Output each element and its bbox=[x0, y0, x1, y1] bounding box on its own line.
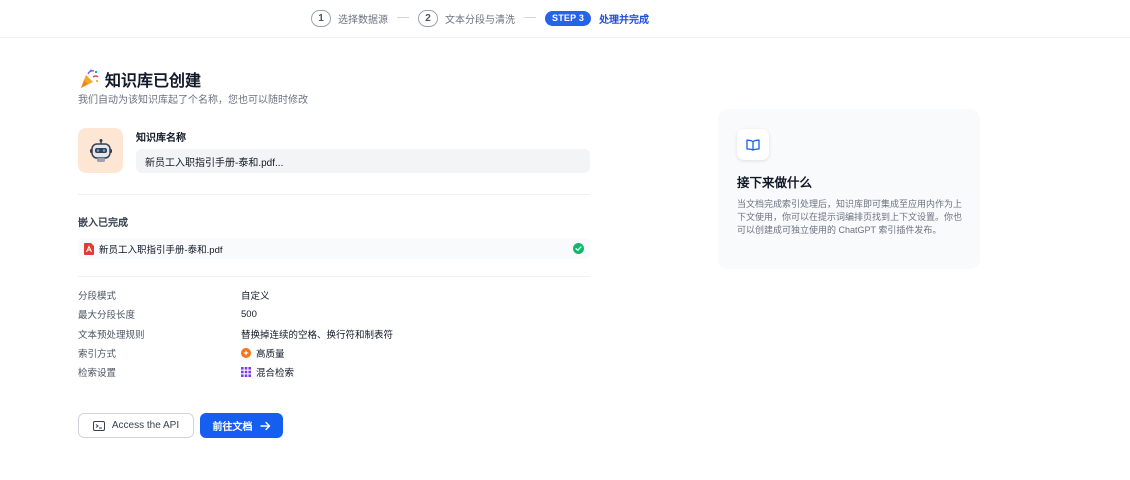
divider bbox=[78, 276, 590, 277]
access-api-label: Access the API bbox=[111, 420, 180, 431]
step-2-label: 文本分段与清洗 bbox=[445, 14, 515, 26]
setting-row-preprocess-rules: 文本预处理规则 替换掉连续的空格、换行符和制表符 bbox=[78, 327, 598, 341]
next-steps-card: 接下来做什么 当文档完成索引处理后，知识库即可集成至应用内作为上下文使用，你可以… bbox=[718, 109, 980, 269]
terminal-icon bbox=[92, 420, 105, 431]
setting-value: 混合检索 bbox=[241, 365, 294, 379]
knowledge-avatar[interactable] bbox=[78, 128, 123, 173]
book-icon-box bbox=[737, 129, 769, 160]
setting-value: 替换掉连续的空格、换行符和制表符 bbox=[241, 327, 393, 341]
divider bbox=[78, 194, 590, 195]
go-to-docs-button[interactable]: 前往文档 bbox=[200, 413, 283, 438]
setting-value: 高质量 bbox=[241, 346, 285, 360]
sparkle-icon bbox=[241, 348, 251, 358]
pdf-icon bbox=[84, 242, 94, 255]
party-popper-icon bbox=[81, 69, 99, 88]
file-row: 新员工入职指引手册-泰和.pdf bbox=[78, 238, 590, 259]
setting-value-text: 500 bbox=[241, 308, 257, 320]
setting-value-text: 自定义 bbox=[241, 291, 270, 302]
step-1-label: 选择数据源 bbox=[338, 14, 388, 26]
step-3: STEP 3 处理并完成 bbox=[545, 9, 649, 27]
embedding-status-title: 嵌入已完成 bbox=[78, 218, 128, 229]
setting-key: 索引方式 bbox=[78, 349, 117, 360]
setting-value-text: 替换掉连续的空格、换行符和制表符 bbox=[241, 330, 394, 341]
setting-value: 500 bbox=[241, 309, 257, 320]
setting-row-retrieval: 检索设置 混合检索 bbox=[78, 365, 598, 379]
step-2: 2 文本分段与清洗 bbox=[418, 9, 515, 27]
step-separator bbox=[524, 17, 536, 18]
setting-row-max-length: 最大分段长度 500 bbox=[78, 307, 598, 322]
robot-icon bbox=[89, 138, 112, 162]
step-separator bbox=[397, 17, 409, 18]
setting-value: 自定义 bbox=[241, 288, 270, 302]
book-open-icon bbox=[746, 139, 760, 151]
access-api-button[interactable]: Access the API bbox=[78, 413, 194, 438]
setting-row-segment-mode: 分段模式 自定义 bbox=[78, 288, 598, 302]
name-label: 知识库名称 bbox=[136, 133, 186, 144]
arrow-right-icon bbox=[259, 421, 270, 430]
step-3-label: 处理并完成 bbox=[599, 14, 650, 26]
step-1-number: 1 bbox=[311, 9, 331, 27]
file-name: 新员工入职指引手册-泰和.pdf bbox=[99, 244, 223, 256]
setting-key: 文本预处理规则 bbox=[78, 330, 145, 341]
setting-key: 检索设置 bbox=[78, 368, 117, 379]
next-steps-title: 接下来做什么 bbox=[737, 176, 813, 190]
setting-value-text: 高质量 bbox=[256, 349, 285, 360]
title-row: 知识库已创建 bbox=[78, 67, 201, 91]
setting-key: 分段模式 bbox=[78, 291, 117, 302]
go-to-docs-label: 前往文档 bbox=[212, 422, 253, 433]
page-title: 知识库已创建 bbox=[105, 73, 202, 90]
check-circle-icon bbox=[573, 243, 584, 254]
knowledge-name-input[interactable]: 新员工入职指引手册-泰和.pdf... bbox=[136, 149, 590, 173]
page-subtitle: 我们自动为该知识库起了个名称，您也可以随时修改 bbox=[78, 95, 308, 106]
step-2-number: 2 bbox=[418, 9, 438, 27]
setting-key: 最大分段长度 bbox=[78, 310, 136, 321]
stepper: 1 选择数据源 2 文本分段与清洗 STEP 3 处理并完成 bbox=[0, 0, 1130, 38]
step-3-badge: STEP 3 bbox=[545, 10, 592, 26]
setting-value-text: 混合检索 bbox=[256, 368, 295, 379]
grid-icon bbox=[241, 367, 251, 377]
setting-row-index-method: 索引方式 高质量 bbox=[78, 346, 598, 360]
step-1: 1 选择数据源 bbox=[311, 9, 388, 27]
next-steps-body: 当文档完成索引处理后，知识库即可集成至应用内作为上下文使用，你可以在提示词编排页… bbox=[737, 199, 963, 235]
